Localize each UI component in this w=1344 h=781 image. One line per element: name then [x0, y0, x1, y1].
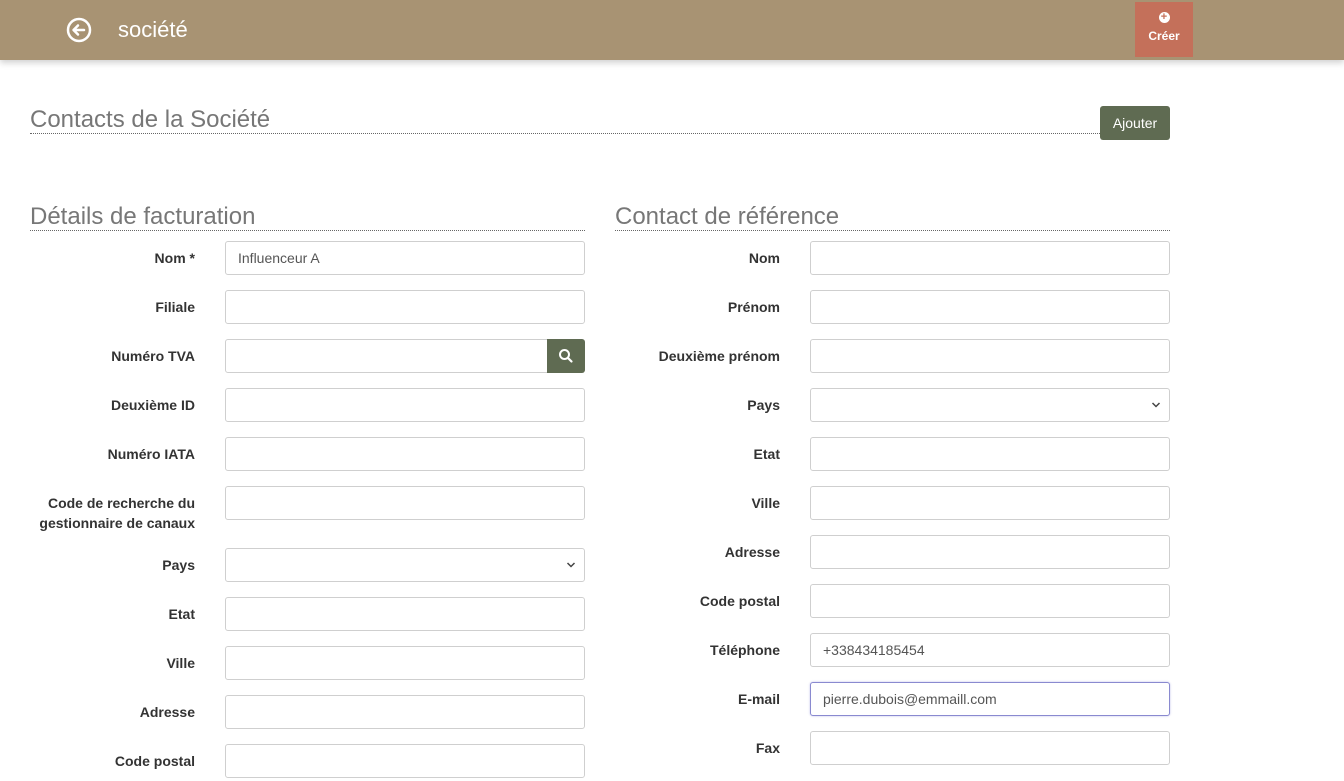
- billing-channel-code-label-line1: Code de recherche du: [47, 495, 195, 511]
- ref-city-label: Ville: [751, 495, 780, 511]
- contacts-heading: Contacts de la Société: [30, 106, 1100, 134]
- chevron-down-icon: [1151, 398, 1161, 415]
- billing-address-label: Adresse: [139, 704, 195, 720]
- billing-name-label: Nom *: [154, 250, 195, 266]
- billing-country-label: Pays: [162, 557, 195, 573]
- billing-city-input[interactable]: [225, 646, 585, 680]
- billing-subsidiary-label: Filiale: [155, 299, 195, 315]
- ref-firstname-input[interactable]: [810, 290, 1170, 324]
- ref-phone-input[interactable]: [810, 633, 1170, 667]
- plus-circle-icon: +: [1158, 12, 1170, 23]
- reference-heading: Contact de référence: [615, 203, 1170, 231]
- vat-search-button[interactable]: [547, 339, 585, 373]
- ref-fax-label: Fax: [755, 740, 780, 756]
- billing-postal-label: Code postal: [114, 753, 195, 769]
- billing-vat-label: Numéro TVA: [111, 348, 195, 364]
- ref-phone-label: Téléphone: [709, 642, 780, 658]
- create-button[interactable]: + Créer: [1135, 2, 1193, 57]
- ref-lastname-label: Nom: [748, 250, 780, 266]
- ref-country-label: Pays: [747, 397, 780, 413]
- ref-firstname-label: Prénom: [727, 299, 780, 315]
- ref-email-label: E-mail: [737, 691, 780, 707]
- search-icon: [559, 349, 573, 363]
- ref-address-label: Adresse: [724, 544, 780, 560]
- ref-city-input[interactable]: [810, 486, 1170, 520]
- chevron-down-icon: [566, 558, 576, 575]
- ref-state-input[interactable]: [810, 437, 1170, 471]
- billing-iata-label: Numéro IATA: [107, 446, 195, 462]
- billing-second-id-label: Deuxième ID: [110, 397, 195, 413]
- billing-subsidiary-input[interactable]: [225, 290, 585, 324]
- ref-postal-input[interactable]: [810, 584, 1170, 618]
- ref-country-select[interactable]: [810, 388, 1170, 422]
- billing-country-select[interactable]: [225, 548, 585, 582]
- back-button[interactable]: [66, 17, 92, 43]
- ref-middlename-input[interactable]: [810, 339, 1170, 373]
- billing-state-input[interactable]: [225, 597, 585, 631]
- billing-vat-input[interactable]: [225, 339, 548, 373]
- billing-heading: Détails de facturation: [30, 203, 585, 231]
- top-bar: société + Créer: [0, 0, 1344, 60]
- add-contact-button[interactable]: Ajouter: [1100, 106, 1170, 140]
- ref-fax-input[interactable]: [810, 731, 1170, 765]
- ref-postal-label: Code postal: [699, 593, 780, 609]
- page-title: société: [118, 17, 188, 42]
- billing-postal-input[interactable]: [225, 744, 585, 778]
- billing-address-input[interactable]: [225, 695, 585, 729]
- billing-second-id-input[interactable]: [225, 388, 585, 422]
- billing-state-label: Etat: [168, 606, 195, 622]
- ref-middlename-label: Deuxième prénom: [658, 348, 780, 364]
- ref-state-label: Etat: [753, 446, 780, 462]
- billing-city-label: Ville: [166, 655, 195, 671]
- back-arrow-circle-icon: [66, 17, 92, 43]
- ref-lastname-input[interactable]: [810, 241, 1170, 275]
- billing-channel-code-label-line2: gestionnaire de canaux: [39, 515, 195, 531]
- billing-iata-input[interactable]: [225, 437, 585, 471]
- ref-address-input[interactable]: [810, 535, 1170, 569]
- billing-name-input[interactable]: [225, 241, 585, 275]
- billing-channel-code-input[interactable]: [225, 486, 585, 520]
- ref-email-input[interactable]: [810, 682, 1170, 716]
- create-label: Créer: [1148, 29, 1180, 43]
